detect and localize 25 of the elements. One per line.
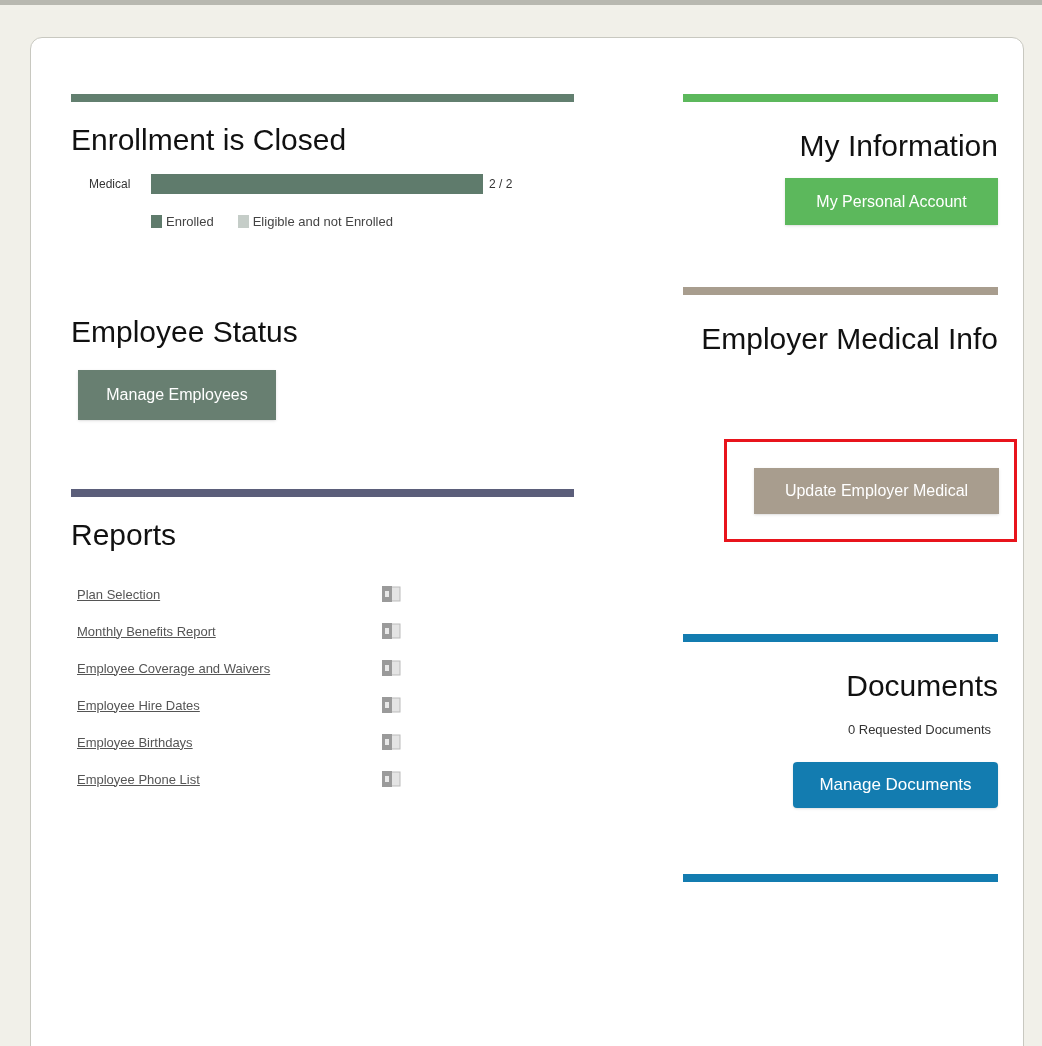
section-title: Employee Status bbox=[71, 313, 299, 350]
section-title: Employer Medical Info bbox=[701, 321, 998, 357]
spreadsheet-icon[interactable] bbox=[381, 584, 401, 603]
spreadsheet-icon[interactable] bbox=[381, 621, 401, 640]
manage-employees-button[interactable]: Manage Employees bbox=[78, 369, 276, 420]
section-title: Documents bbox=[846, 668, 998, 704]
spreadsheet-icon[interactable] bbox=[381, 732, 401, 751]
report-link[interactable]: Plan Selection bbox=[77, 584, 381, 604]
legend-label: Enrolled bbox=[166, 213, 214, 231]
bar-reading: 2 / 2 bbox=[489, 176, 513, 193]
document-count: 0 Requested Documents bbox=[847, 721, 991, 739]
manage-documents-button[interactable]: Manage Documents bbox=[793, 761, 998, 808]
spreadsheet-icon[interactable] bbox=[381, 769, 401, 788]
section-title: Enrollment is Closed bbox=[71, 122, 348, 158]
section-title: My Information bbox=[799, 128, 998, 164]
spreadsheet-icon[interactable] bbox=[381, 695, 401, 714]
report-link[interactable]: Employee Phone List bbox=[77, 769, 381, 789]
section-title: Reports bbox=[71, 516, 178, 553]
report-link[interactable]: Employee Birthdays bbox=[77, 732, 381, 752]
bar-label: Medical bbox=[88, 176, 132, 193]
spreadsheet-icon[interactable] bbox=[381, 658, 401, 677]
legend-label: Eligible and not Enrolled bbox=[252, 213, 393, 231]
report-link[interactable]: Monthly Benefits Report bbox=[77, 621, 381, 641]
report-link[interactable]: Employee Hire Dates bbox=[77, 695, 381, 715]
report-link[interactable]: Employee Coverage and Waivers bbox=[77, 658, 381, 678]
